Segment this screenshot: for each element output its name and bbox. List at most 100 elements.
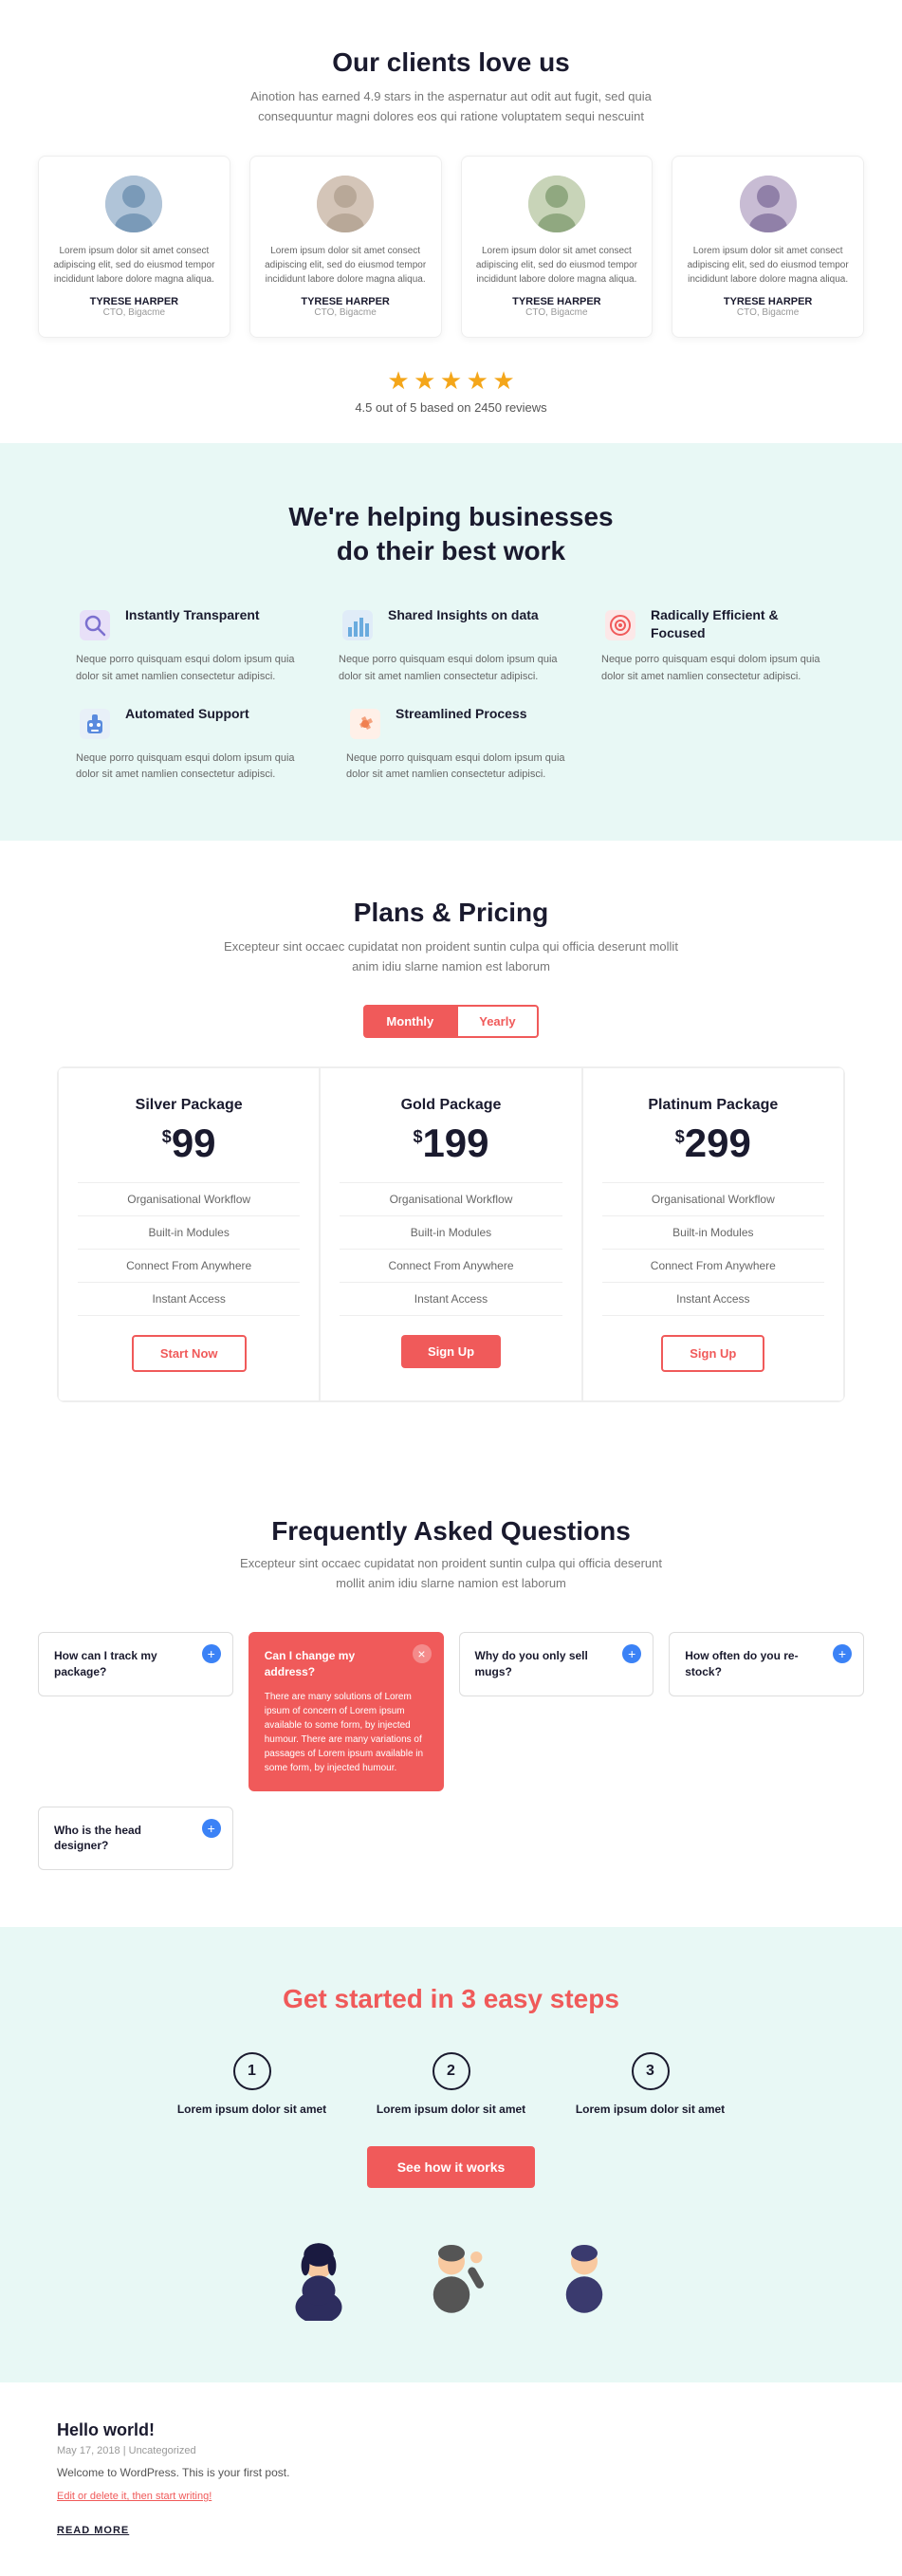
faq-grid: How can I track my package? + Can I chan… bbox=[38, 1632, 864, 1870]
step-item-3: 3 Lorem ipsum dolor sit amet bbox=[565, 2052, 736, 2118]
pricing-section: Plans & Pricing Excepteur sint occaec cu… bbox=[0, 841, 902, 1460]
testimonial-role-4: CTO, Bigacme bbox=[687, 307, 849, 318]
avatar-3 bbox=[528, 176, 585, 232]
testimonial-role-3: CTO, Bigacme bbox=[476, 307, 638, 318]
gold-feature-3: Connect From Anywhere bbox=[340, 1250, 561, 1283]
feature-desc-3: Neque porro quisquam esqui dolom ipsum q… bbox=[601, 652, 826, 685]
platinum-price: $299 bbox=[602, 1123, 824, 1163]
faq-item-2: Can I change my address? × There are man… bbox=[249, 1632, 444, 1791]
blog-section: Hello world! May 17, 2018 | Uncategorize… bbox=[0, 2382, 902, 2576]
avatar-figure-3 bbox=[546, 2235, 622, 2326]
avatar-1 bbox=[105, 176, 162, 232]
blog-text: Welcome to WordPress. This is your first… bbox=[57, 2464, 845, 2482]
pricing-grid: Silver Package $99 Organisational Workfl… bbox=[57, 1066, 845, 1402]
testimonial-card-4: Lorem ipsum dolor sit amet consect adipi… bbox=[672, 156, 864, 338]
step-number-2: 2 bbox=[433, 2052, 470, 2090]
blog-meta: May 17, 2018 | Uncategorized bbox=[57, 2445, 845, 2456]
faq-expand-5[interactable]: + bbox=[202, 1819, 221, 1838]
feature-item-5: Streamlined Process Neque porro quisquam… bbox=[346, 705, 579, 784]
avatars-row bbox=[38, 2235, 864, 2326]
faq-question-4: How often do you re-stock? bbox=[685, 1648, 848, 1680]
faq-question-3: Why do you only sell mugs? bbox=[475, 1648, 638, 1680]
step-item-1: 1 Lorem ipsum dolor sit amet bbox=[167, 2052, 338, 2118]
step-text-1: Lorem ipsum dolor sit amet bbox=[167, 2102, 338, 2118]
get-started-title-plain: Get started in bbox=[283, 1984, 461, 2013]
testimonial-card-2: Lorem ipsum dolor sit amet consect adipi… bbox=[249, 156, 442, 338]
step-number-3: 3 bbox=[632, 2052, 670, 2090]
testimonials-title: Our clients love us bbox=[38, 47, 864, 78]
get-started-title: Get started in 3 easy steps bbox=[38, 1984, 864, 2014]
feature-header-1: Instantly Transparent bbox=[76, 606, 301, 644]
testimonial-name-2: TYRESE HARPER bbox=[265, 296, 427, 307]
feature-item-2: Shared Insights on data Neque porro quis… bbox=[339, 606, 563, 685]
testimonial-text-3: Lorem ipsum dolor sit amet consect adipi… bbox=[476, 244, 638, 287]
features-grid-bottom: Automated Support Neque porro quisquam e… bbox=[76, 705, 579, 784]
blog-read-more[interactable]: READ MORE bbox=[57, 2525, 129, 2536]
star-4: ★ bbox=[467, 366, 488, 395]
feature-title-1: Instantly Transparent bbox=[125, 606, 260, 623]
blog-link[interactable]: Edit or delete it, then start writing! bbox=[57, 2491, 212, 2502]
feature-desc-1: Neque porro quisquam esqui dolom ipsum q… bbox=[76, 652, 301, 685]
faq-question-1: How can I track my package? bbox=[54, 1648, 217, 1680]
feature-header-5: Streamlined Process bbox=[346, 705, 579, 743]
testimonials-section: Our clients love us Ainotion has earned … bbox=[0, 0, 902, 443]
silver-feature-4: Instant Access bbox=[78, 1283, 300, 1316]
gold-package-name: Gold Package bbox=[340, 1097, 561, 1114]
faq-expand-3[interactable]: + bbox=[622, 1644, 641, 1663]
testimonial-card-1: Lorem ipsum dolor sit amet consect adipi… bbox=[38, 156, 230, 338]
chart-icon bbox=[339, 606, 377, 644]
rating-text: 4.5 out of 5 based on 2450 reviews bbox=[38, 400, 864, 415]
testimonial-name-1: TYRESE HARPER bbox=[53, 296, 215, 307]
feature-title-3: Radically Efficient & Focused bbox=[651, 606, 826, 640]
feature-item-1: Instantly Transparent Neque porro quisqu… bbox=[76, 606, 301, 685]
platinum-package-name: Platinum Package bbox=[602, 1097, 824, 1114]
step-number-1: 1 bbox=[233, 2052, 271, 2090]
features-grid-top: Instantly Transparent Neque porro quisqu… bbox=[76, 606, 826, 685]
faq-question-5: Who is the head designer? bbox=[54, 1823, 217, 1855]
faq-expand-1[interactable]: + bbox=[202, 1644, 221, 1663]
testimonial-role-2: CTO, Bigacme bbox=[265, 307, 427, 318]
gold-feature-1: Organisational Workflow bbox=[340, 1183, 561, 1216]
feature-header-4: Automated Support bbox=[76, 705, 308, 743]
gold-price: $199 bbox=[340, 1123, 561, 1163]
helping-title: We're helping businessesdo their best wo… bbox=[76, 500, 826, 569]
testimonial-text-1: Lorem ipsum dolor sit amet consect adipi… bbox=[53, 244, 215, 287]
feature-title-5: Streamlined Process bbox=[396, 705, 527, 722]
platinum-cta-btn[interactable]: Sign Up bbox=[661, 1335, 764, 1372]
silver-cta-btn[interactable]: Start Now bbox=[132, 1335, 247, 1372]
helping-section: We're helping businessesdo their best wo… bbox=[0, 443, 902, 841]
testimonials-subtitle: Ainotion has earned 4.9 stars in the asp… bbox=[214, 87, 689, 127]
gold-cta-btn[interactable]: Sign Up bbox=[401, 1335, 501, 1368]
testimonial-card-3: Lorem ipsum dolor sit amet consect adipi… bbox=[461, 156, 653, 338]
silver-feature-1: Organisational Workflow bbox=[78, 1183, 300, 1216]
star-1: ★ bbox=[387, 366, 409, 395]
robot-icon bbox=[76, 705, 114, 743]
star-2: ★ bbox=[414, 366, 435, 395]
feature-title-4: Automated Support bbox=[125, 705, 249, 722]
platinum-feature-3: Connect From Anywhere bbox=[602, 1250, 824, 1283]
gold-feature-2: Built-in Modules bbox=[340, 1216, 561, 1250]
silver-price: $99 bbox=[78, 1123, 300, 1163]
gold-features: Organisational Workflow Built-in Modules… bbox=[340, 1182, 561, 1316]
gold-feature-4: Instant Access bbox=[340, 1283, 561, 1316]
silver-package: Silver Package $99 Organisational Workfl… bbox=[58, 1067, 320, 1401]
feature-desc-4: Neque porro quisquam esqui dolom ipsum q… bbox=[76, 751, 308, 784]
monthly-toggle-btn[interactable]: Monthly bbox=[363, 1005, 456, 1038]
see-how-btn[interactable]: See how it works bbox=[367, 2146, 536, 2188]
faq-title: Frequently Asked Questions bbox=[38, 1516, 864, 1547]
feature-desc-5: Neque porro quisquam esqui dolom ipsum q… bbox=[346, 751, 579, 784]
faq-expand-2[interactable]: × bbox=[413, 1644, 432, 1663]
testimonial-text-2: Lorem ipsum dolor sit amet consect adipi… bbox=[265, 244, 427, 287]
feature-desc-2: Neque porro quisquam esqui dolom ipsum q… bbox=[339, 652, 563, 685]
faq-expand-4[interactable]: + bbox=[833, 1644, 852, 1663]
yearly-toggle-btn[interactable]: Yearly bbox=[456, 1005, 538, 1038]
gear-icon bbox=[346, 705, 384, 743]
star-3: ★ bbox=[440, 366, 462, 395]
silver-feature-2: Built-in Modules bbox=[78, 1216, 300, 1250]
target-icon bbox=[601, 606, 639, 644]
avatar-figure-2 bbox=[414, 2235, 489, 2326]
testimonials-grid: Lorem ipsum dolor sit amet consect adipi… bbox=[38, 156, 864, 338]
step-item-2: 2 Lorem ipsum dolor sit amet bbox=[366, 2052, 537, 2118]
platinum-feature-1: Organisational Workflow bbox=[602, 1183, 824, 1216]
feature-item-3: Radically Efficient & Focused Neque porr… bbox=[601, 606, 826, 685]
